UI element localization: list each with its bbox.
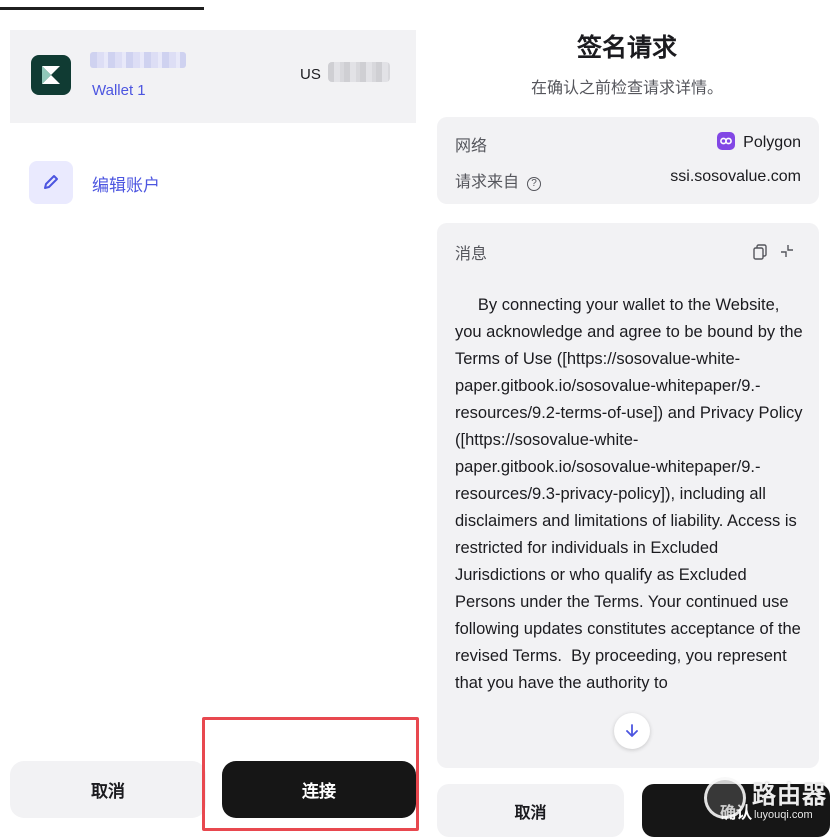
message-card[interactable]: 消息 By connecting your wallet to the Webs… [437,223,819,768]
highlight-box [202,717,419,831]
wallet-logo-icon [31,55,71,95]
top-divider [0,7,204,10]
watermark: 路由器 luyouqi.com [704,771,838,838]
polygon-icon [717,132,736,150]
account-select-panel: Wallet 1 US 编辑账户 取消 连接 [0,0,424,838]
message-label: 消息 [455,246,488,263]
copy-icon[interactable] [753,244,767,260]
watermark-title: 路由器 [752,782,827,809]
network-value: Polygon [717,132,801,152]
request-from-label: 请求来自 [455,174,520,191]
scroll-down-button[interactable] [614,713,650,749]
account-name-blurred [90,52,186,68]
page-subtitle: 在确认之前检查请求详情。 [530,80,723,97]
arrow-down-icon [626,724,638,737]
edit-account-button[interactable] [29,161,73,204]
wallet-label: Wallet 1 [92,82,146,99]
page-title: 签名请求 [576,34,677,62]
collapse-icon[interactable] [780,244,794,258]
message-text: By connecting your wallet to the Website… [455,296,808,692]
signature-request-panel: 签名请求 在确认之前检查请求详情。 网络 Polygon 请求来自? ssi.s… [424,0,838,838]
network-name: Polygon [743,134,801,151]
pencil-icon [44,175,58,189]
watermark-url: luyouqi.com [754,809,813,821]
balance-blurred [328,62,390,82]
cancel-button[interactable]: 取消 [10,761,206,818]
cancel-signature-button[interactable]: 取消 [437,784,624,837]
request-info-card: 网络 Polygon 请求来自? ssi.sosovalue.com [437,117,819,204]
edit-account-label[interactable]: 编辑账户 [92,171,160,196]
request-from-row: 请求来自? [455,168,542,192]
network-label: 网络 [455,138,488,155]
watermark-logo-icon [704,777,746,819]
request-from-value: ssi.sosovalue.com [670,168,801,185]
balance-prefix: US [300,66,321,83]
help-icon[interactable]: ? [527,177,542,191]
account-row-wallet-1[interactable]: Wallet 1 US [10,30,416,123]
